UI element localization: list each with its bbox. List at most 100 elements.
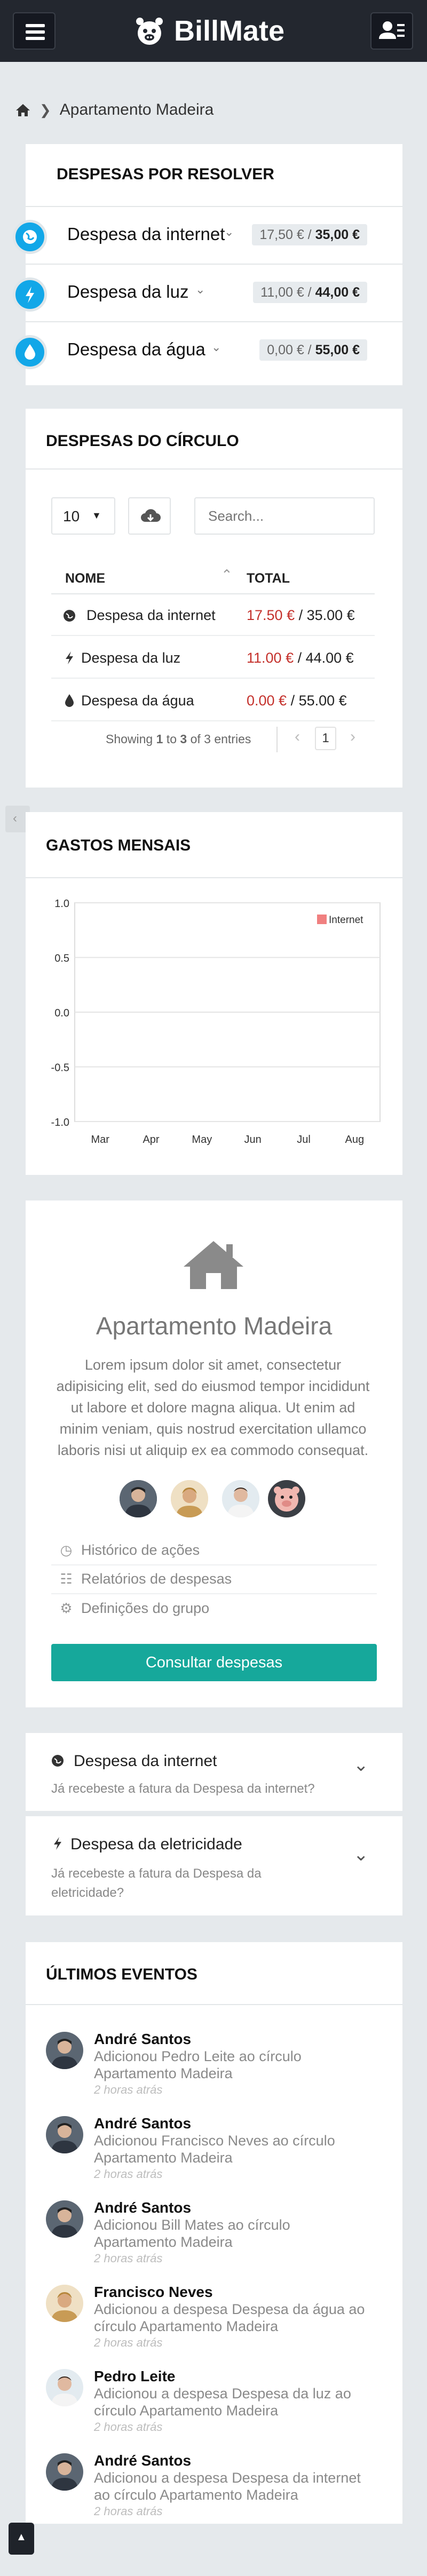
chevron-down-icon[interactable]: ⌄ xyxy=(353,1844,369,1865)
monthly-expenses-panel: GASTOS MENSAIS 1.0 0.5 0.0 -0.5 -1.0 Mar Apr Ma… xyxy=(26,812,402,1175)
logo-icon xyxy=(136,18,163,45)
bolt-icon xyxy=(13,277,47,312)
page-number[interactable]: 1 xyxy=(315,727,336,750)
bill-paid: 0,00 € / xyxy=(267,343,315,357)
bill-name: Despesa da internet xyxy=(67,224,225,244)
chevron-down-icon[interactable]: ⌄ xyxy=(195,283,205,297)
drop-icon xyxy=(13,335,47,369)
divider xyxy=(26,468,402,470)
previous-page-icon[interactable]: ‹ xyxy=(295,728,300,746)
divider xyxy=(26,2004,402,2005)
panel-title: GASTOS MENSAIS xyxy=(46,837,191,854)
export-button[interactable] xyxy=(128,497,171,535)
bolt-icon xyxy=(66,651,73,664)
event-time: 2 horas atrás xyxy=(94,2505,163,2518)
event-author[interactable]: Pedro Leite xyxy=(94,2368,175,2385)
y-tick-label: 0.5 xyxy=(54,953,69,965)
drop-icon xyxy=(65,694,74,707)
bill-amount: 11,00 € / 44,00 € xyxy=(253,282,367,303)
info-suffix: of 3 entries xyxy=(187,732,251,746)
row-total-value: / 55.00 € xyxy=(287,693,347,709)
question-card[interactable]: Despesa da eletricidade Já recebeste a f… xyxy=(26,1816,402,1915)
bill-amount: 17,50 € / 35,00 € xyxy=(252,224,367,245)
sort-asc-icon[interactable]: ⌃ xyxy=(221,567,233,583)
x-tick-label: May xyxy=(192,1134,212,1146)
avatar[interactable] xyxy=(46,2116,83,2153)
scroll-top-button[interactable]: ▲ xyxy=(9,2523,34,2555)
event-author[interactable]: André Santos xyxy=(94,2115,191,2132)
event-author[interactable]: André Santos xyxy=(94,2031,191,2048)
column-header-name[interactable]: NOME xyxy=(65,571,105,586)
home-icon xyxy=(184,1241,243,1289)
chevron-down-icon[interactable]: ⌄ xyxy=(224,225,234,239)
history-link[interactable]: ◷ Histórico de ações xyxy=(51,1536,377,1565)
bill-row-luz[interactable]: Despesa da luz ⌄ 11,00 € / 44,00 € xyxy=(13,264,402,321)
next-page-icon[interactable]: › xyxy=(350,728,355,746)
globe-icon xyxy=(13,220,47,254)
brand[interactable]: BillMate xyxy=(132,14,284,48)
question-card[interactable]: Despesa da internet Já recebeste a fatur… xyxy=(26,1733,402,1811)
globe-icon xyxy=(64,610,75,622)
avatar[interactable] xyxy=(222,1480,259,1517)
avatar[interactable] xyxy=(46,2032,83,2069)
group-name: Apartamento Madeira xyxy=(96,1312,333,1340)
row-name: Despesa da internet xyxy=(86,607,216,623)
avatar[interactable] xyxy=(46,2369,83,2406)
avatar[interactable] xyxy=(120,1480,157,1517)
search-input[interactable] xyxy=(194,497,375,535)
user-settings-icon xyxy=(379,21,405,39)
monthly-chart: 1.0 0.5 0.0 -0.5 -1.0 Mar Apr May Jun Jul Aug Inter… xyxy=(51,898,381,1146)
bill-row-agua[interactable]: Despesa da água ⌄ 0,00 € / 55,00 € xyxy=(13,321,402,379)
bolt-icon xyxy=(54,1837,61,1850)
chevron-down-icon[interactable]: ⌄ xyxy=(353,1754,369,1776)
bill-total: 55,00 € xyxy=(315,343,360,357)
event-time: 2 horas atrás xyxy=(94,2083,163,2096)
settings-link[interactable]: ⚙ Definições do grupo xyxy=(51,1593,377,1623)
avatar[interactable] xyxy=(171,1480,208,1517)
avatar[interactable] xyxy=(268,1480,305,1517)
x-tick-label: Jul xyxy=(297,1134,311,1146)
event-time: 2 horas atrás xyxy=(94,2252,163,2265)
avatar[interactable] xyxy=(46,2285,83,2322)
avatar[interactable] xyxy=(46,2453,83,2491)
page-size-select[interactable]: 10 ▼ xyxy=(51,497,115,535)
event-author[interactable]: André Santos xyxy=(94,2452,191,2469)
row-paid: 11.00 € xyxy=(247,650,294,666)
bill-row-internet[interactable]: Despesa da internet ⌄ 17,50 € / 35,00 € xyxy=(13,206,402,264)
x-tick-label: Apr xyxy=(143,1134,159,1146)
group-description: Lorem ipsum dolor sit amet, consectetur … xyxy=(56,1357,370,1458)
question-text: Já recebeste a fatura da Despesa da inte… xyxy=(51,1782,315,1796)
pending-bills-panel: DESPESAS POR RESOLVER Despesa da interne… xyxy=(13,144,402,385)
y-tick-label: -0.5 xyxy=(51,1062,69,1074)
app-name: BillMate xyxy=(174,15,285,47)
menu-button[interactable] xyxy=(13,12,56,50)
table-info: Showing 1 to 3 of 3 entries xyxy=(106,732,251,746)
home-icon[interactable] xyxy=(15,102,31,118)
info-to-word: to xyxy=(163,732,180,746)
x-tick-label: Mar xyxy=(91,1134,109,1146)
chevron-left-icon: ‹ xyxy=(13,811,17,825)
event-author[interactable]: Francisco Neves xyxy=(94,2284,213,2301)
y-tick-label: 1.0 xyxy=(54,898,69,910)
divider xyxy=(26,877,402,878)
caret-down-icon: ▼ xyxy=(92,510,101,521)
events-panel: ÚLTIMOS EVENTOS André Santos Adicionou P… xyxy=(26,1942,402,2524)
table-row[interactable]: Despesa da água 0.00 € / 55.00 € xyxy=(51,680,375,721)
y-tick-label: 0.0 xyxy=(54,1007,69,1019)
profile-button[interactable] xyxy=(370,12,413,50)
event-author[interactable]: André Santos xyxy=(94,2199,191,2216)
reports-link[interactable]: ☷ Relatórios de despesas xyxy=(51,1564,377,1594)
globe-icon xyxy=(52,1755,64,1767)
event-time: 2 horas atrás xyxy=(94,2336,163,2349)
page-size-value: 10 xyxy=(63,508,80,524)
event-time: 2 horas atrás xyxy=(94,2167,163,2181)
question-title: Despesa da eletricidade xyxy=(70,1835,242,1853)
chevron-down-icon[interactable]: ⌄ xyxy=(211,340,221,354)
row-total-value: / 35.00 € xyxy=(295,607,355,623)
table-row[interactable]: Despesa da luz 11.00 € / 44.00 € xyxy=(51,637,375,679)
view-expenses-button[interactable]: Consultar despesas xyxy=(51,1644,377,1681)
panel-title: ÚLTIMOS EVENTOS xyxy=(46,1966,197,1983)
column-header-total[interactable]: TOTAL xyxy=(247,571,290,586)
table-row[interactable]: Despesa da internet 17.50 € / 35.00 € xyxy=(51,594,375,636)
avatar[interactable] xyxy=(46,2200,83,2238)
